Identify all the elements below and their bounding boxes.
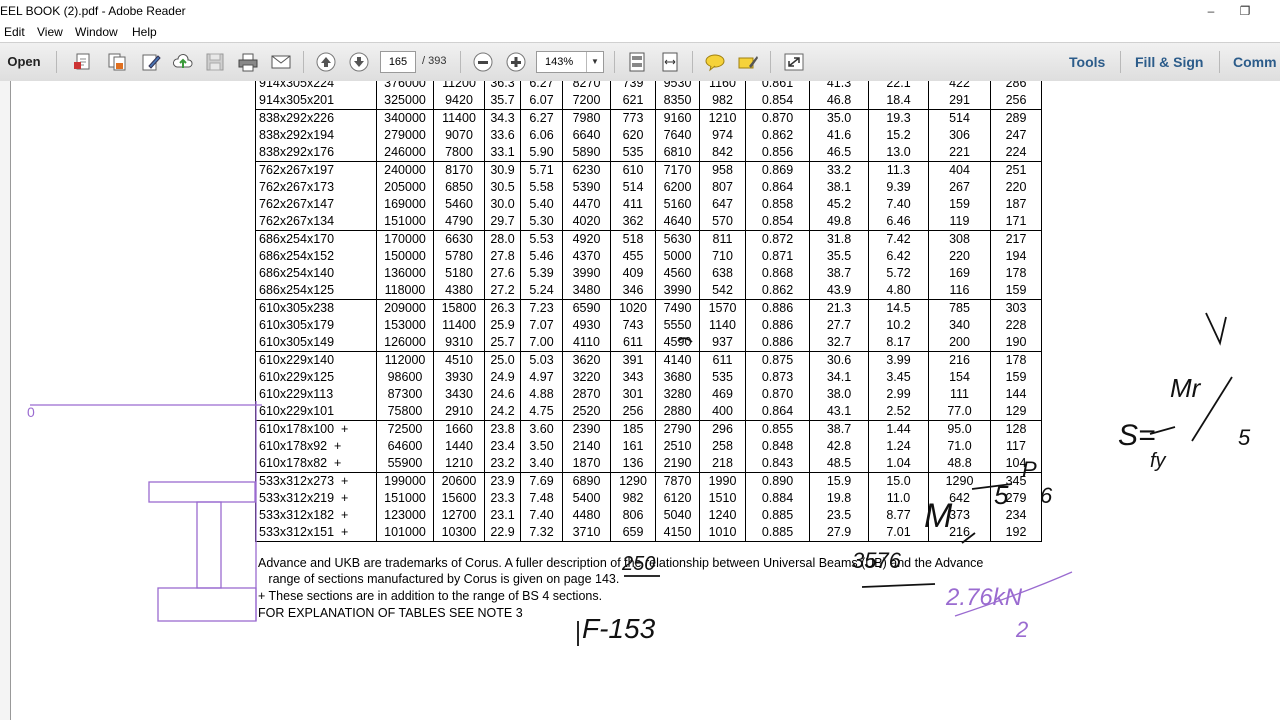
toolbar-separator [303,51,304,73]
menu-window[interactable]: Window [75,25,118,39]
annotation-3576: 3576 [852,548,902,573]
ink-stroke [861,583,936,588]
toolbar-separator [460,51,461,73]
annotation-s-equals: S= [1118,419,1156,452]
zoom-in-icon[interactable] [505,52,527,72]
comment-icon[interactable] [704,52,726,72]
previous-page-icon[interactable] [315,52,337,72]
menu-bar: Edit View Window Help [0,22,1280,42]
toolbar-separator [770,51,771,73]
annotation-m: M [924,497,953,535]
annotation-6: 6 [1040,483,1053,508]
edit-pdf-icon[interactable] [140,52,162,72]
tools-link[interactable]: Tools [1069,54,1105,70]
next-page-icon[interactable] [348,52,370,72]
combine-files-icon[interactable] [106,52,128,72]
sketch-bottom-flange [157,587,257,622]
fit-width-icon[interactable] [659,52,681,72]
highlight-icon[interactable] [737,52,759,72]
menu-edit[interactable]: Edit [4,25,25,39]
handwritten-annotations: 0 250 3576 F-153 Mr S= fy 5 M 5 P 6 2.76 [27,312,1251,646]
toolbar-separator [56,51,57,73]
ink-stroke [677,337,693,343]
toolbar: Open 165 / 393 143% ▼ Tools Fill & Sign … [0,42,1280,82]
create-pdf-icon[interactable] [72,52,94,72]
save-icon[interactable] [204,52,226,72]
toolbar-separator [1219,51,1220,73]
ink-stroke [1205,312,1227,346]
fill-sign-link[interactable]: Fill & Sign [1135,54,1203,70]
toolbar-separator [1120,51,1121,73]
zoom-out-icon[interactable] [472,52,494,72]
window-title: EEL BOOK (2).pdf - Adobe Reader [0,4,186,18]
menu-view[interactable]: View [37,25,63,39]
print-icon[interactable] [237,52,259,72]
annotation-p: P [1022,457,1037,482]
upload-cloud-icon[interactable] [172,52,194,72]
full-screen-icon[interactable] [783,52,805,72]
email-icon[interactable] [270,52,292,72]
page-total-label: / 393 [422,55,447,67]
annotation-250: 250 [621,553,655,575]
document-view[interactable]: 914x305x224 376000 11200 36.3 6.27 8270 739 953… [0,81,1280,720]
annotation-2: 2 [1015,617,1028,642]
toolbar-separator [692,51,693,73]
annotation-5: 5 [994,480,1009,510]
annotation-mr-upper: Mr [1170,373,1202,403]
toolbar-separator [614,51,615,73]
menu-help[interactable]: Help [132,25,157,39]
zoom-value: 143% [545,56,574,68]
annotation-origin-label: 0 [27,404,35,420]
page-number-input[interactable]: 165 [380,51,416,73]
open-button[interactable]: Open [0,43,48,81]
zoom-select[interactable]: 143% ▼ [536,51,604,73]
annotation-276kn: 2.76kN [945,584,1023,611]
annotation-fy: fy [1150,450,1167,472]
sketch-web [196,501,222,589]
restore-button[interactable]: ❐ [1230,2,1260,20]
comment-link[interactable]: Comm [1233,54,1277,70]
title-bar: EEL BOOK (2).pdf - Adobe Reader – ❐ [0,0,1280,22]
sketch-top-flange [148,481,256,503]
annotation-f153: F-153 [582,613,656,644]
minimize-button[interactable]: – [1196,2,1226,20]
fit-page-icon[interactable] [626,52,648,72]
annotation-b: 5 [1238,425,1251,450]
chevron-down-icon[interactable]: ▼ [586,52,603,72]
ink-stroke [961,532,976,544]
